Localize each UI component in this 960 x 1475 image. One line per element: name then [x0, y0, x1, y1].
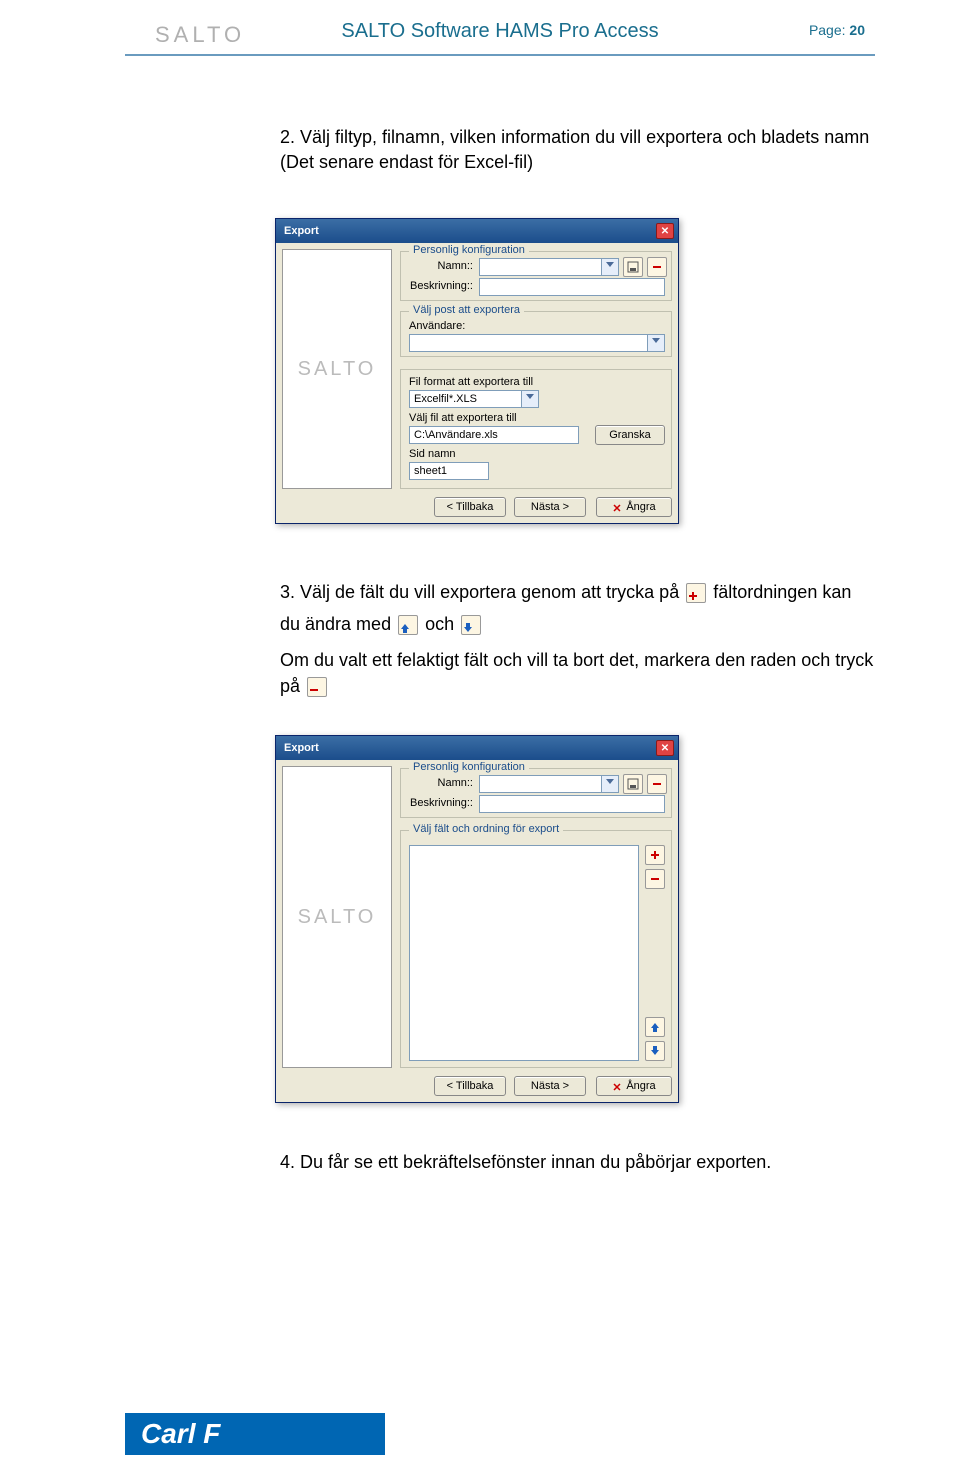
close-icon: ✕	[612, 502, 622, 512]
step-3-line2: du ändra med och	[280, 612, 895, 637]
filepath-input[interactable]: C:\Användare.xls	[409, 426, 579, 444]
close-button[interactable]: ✕	[656, 740, 674, 756]
step-3-line3: Om du valt ett felaktigt fält och vill t…	[280, 648, 895, 673]
down-arrow-icon-button[interactable]	[461, 615, 481, 635]
chevron-down-icon	[606, 262, 614, 267]
valfil-label: Välj fil att exportera till	[409, 412, 517, 424]
namn-label: Namn::	[423, 777, 473, 789]
step3-l4: på	[280, 676, 300, 696]
filepath-value: C:\Användare.xls	[414, 429, 498, 441]
cancel-button[interactable]: ✕ Ångra	[596, 1076, 672, 1096]
step3-l2b: och	[425, 614, 454, 634]
footer: Carl F	[125, 1413, 385, 1455]
format-label: Fil format att exportera till	[409, 376, 533, 388]
sidnamn-value: sheet1	[414, 465, 447, 477]
beskr-label: Beskrivning::	[407, 280, 473, 292]
step3-l2a: du ändra med	[280, 614, 391, 634]
remove-config-icon-button[interactable]	[647, 774, 667, 794]
salto-side-logo: SALTO	[298, 906, 377, 929]
namn-combo[interactable]	[479, 775, 619, 793]
beskr-label: Beskrivning::	[407, 797, 473, 809]
back-label: < Tillbaka	[447, 1080, 494, 1092]
minus-icon-button[interactable]	[645, 869, 665, 889]
granska-label: Granska	[609, 429, 651, 441]
back-label: < Tillbaka	[447, 501, 494, 513]
minus-icon-button[interactable]	[307, 677, 327, 697]
side-panel: SALTO	[282, 249, 392, 489]
titlebar: Export ✕	[276, 736, 678, 760]
salto-side-logo: SALTO	[298, 358, 377, 381]
page-num: 20	[849, 22, 865, 38]
namn-label: Namn::	[423, 260, 473, 272]
step-2-text: 2. Välj filtyp, filnamn, vilken informat…	[280, 125, 880, 175]
granska-button[interactable]: Granska	[595, 425, 665, 445]
anvandare-label: Användare:	[409, 320, 465, 332]
fields-listbox[interactable]	[409, 845, 639, 1061]
beskr-input[interactable]	[479, 278, 665, 296]
step-4-text: 4. Du får se ett bekräftelsefönster inna…	[280, 1150, 880, 1175]
chevron-down-icon	[526, 394, 534, 399]
beskr-input[interactable]	[479, 795, 665, 813]
down-arrow-icon-button[interactable]	[645, 1041, 665, 1061]
next-label: Nästa >	[531, 1080, 569, 1092]
step3-p2: fältordningen kan	[713, 582, 851, 602]
export-window-1: Export ✕ SALTO Personlig konfiguration N…	[275, 218, 679, 524]
config-legend: Personlig konfiguration	[409, 761, 529, 773]
page-number: Page: 20	[809, 22, 865, 38]
cancel-button[interactable]: ✕ Ångra	[596, 497, 672, 517]
config-group: Personlig konfiguration Namn:: Beskrivni…	[400, 768, 672, 818]
namn-combo[interactable]	[479, 258, 619, 276]
sidnamn-input[interactable]: sheet1	[409, 462, 489, 480]
chevron-down-icon	[652, 338, 660, 343]
fields-legend: Välj fält och ordning för export	[409, 823, 563, 835]
format-combo[interactable]: Excelfil*.XLS	[409, 390, 539, 408]
close-button[interactable]: ✕	[656, 223, 674, 239]
cancel-label: Ångra	[626, 1080, 655, 1092]
config-group: Personlig konfiguration Namn:: Beskrivni…	[400, 251, 672, 301]
sidnamn-label: Sid namn	[409, 448, 455, 460]
next-label: Nästa >	[531, 501, 569, 513]
step3-p1: 3. Välj de fält du vill exportera genom …	[280, 582, 679, 602]
doc-header: SALTO SALTO Software HAMS Pro Access Pag…	[125, 20, 875, 56]
back-button[interactable]: < Tillbaka	[434, 497, 506, 517]
window-title: Export	[284, 742, 319, 754]
up-arrow-icon-button[interactable]	[398, 615, 418, 635]
next-button[interactable]: Nästa >	[514, 1076, 586, 1096]
remove-config-icon-button[interactable]	[647, 257, 667, 277]
titlebar: Export ✕	[276, 219, 678, 243]
cancel-label: Ångra	[626, 501, 655, 513]
footer-brand: Carl F	[141, 1418, 220, 1450]
side-panel: SALTO	[282, 766, 392, 1068]
export-window-2: Export ✕ SALTO Personlig konfiguration N…	[275, 735, 679, 1103]
up-arrow-icon-button[interactable]	[645, 1017, 665, 1037]
save-config-icon-button[interactable]	[623, 774, 643, 794]
close-icon: ✕	[612, 1081, 622, 1091]
back-button[interactable]: < Tillbaka	[434, 1076, 506, 1096]
plus-icon-button[interactable]	[645, 845, 665, 865]
post-legend: Välj post att exportera	[409, 304, 524, 316]
step-3-text: 3. Välj de fält du vill exportera genom …	[280, 580, 895, 605]
window-title: Export	[284, 225, 319, 237]
plus-icon-button[interactable]	[686, 583, 706, 603]
next-button[interactable]: Nästa >	[514, 497, 586, 517]
config-legend: Personlig konfiguration	[409, 244, 529, 256]
anvandare-combo[interactable]	[409, 334, 665, 352]
file-group: Fil format att exportera till Excelfil*.…	[400, 369, 672, 489]
post-group: Välj post att exportera Användare:	[400, 311, 672, 357]
format-value: Excelfil*.XLS	[414, 393, 477, 405]
footer-bar: Carl F	[125, 1413, 385, 1455]
chevron-down-icon	[606, 779, 614, 784]
page-label: Page:	[809, 22, 846, 38]
step-3-line4: på	[280, 674, 895, 699]
salto-logo: SALTO	[155, 22, 245, 48]
save-config-icon-button[interactable]	[623, 257, 643, 277]
fields-group: Välj fält och ordning för export	[400, 830, 672, 1068]
doc-title: SALTO Software HAMS Pro Access	[341, 20, 658, 43]
